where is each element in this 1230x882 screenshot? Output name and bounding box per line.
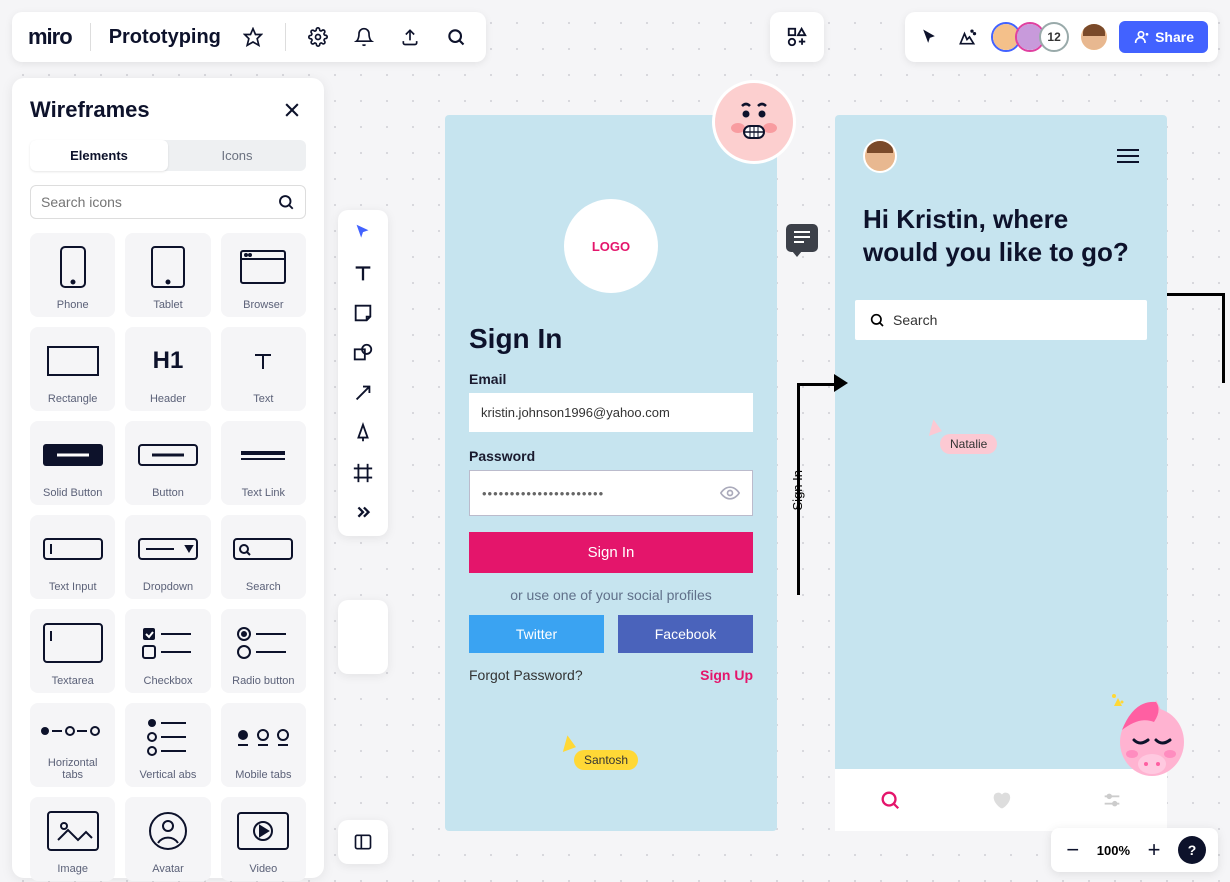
search-input[interactable] <box>41 194 277 210</box>
mock-title: Sign In <box>469 323 753 355</box>
emoji-sticker[interactable] <box>712 80 796 164</box>
topbar-left: miro Prototyping <box>12 12 486 62</box>
unicorn-sticker[interactable] <box>1108 692 1184 768</box>
vertical-toolbar <box>338 210 388 536</box>
wf-mtabs[interactable]: Mobile tabs <box>221 703 306 787</box>
nav-search-icon <box>879 789 901 811</box>
select-tool-icon[interactable] <box>352 222 374 244</box>
wf-solid-button[interactable]: Solid Button <box>30 421 115 505</box>
sidebar-toggle[interactable] <box>338 820 388 864</box>
wf-textarea[interactable]: Textarea <box>30 609 115 693</box>
search-icon <box>277 193 295 211</box>
user-avatar[interactable] <box>1079 22 1109 52</box>
mock-avatar <box>863 139 897 173</box>
text-tool-icon[interactable] <box>352 262 374 284</box>
search-icon[interactable] <box>442 23 470 51</box>
forgot-link: Forgot Password? <box>469 667 583 683</box>
wf-text-input[interactable]: Text Input <box>30 515 115 599</box>
wireframes-panel: Wireframes Elements Icons Phone Tablet B… <box>12 78 324 878</box>
wf-checkbox[interactable]: Checkbox <box>125 609 210 693</box>
connector-arrowhead <box>834 374 848 392</box>
zoom-value[interactable]: 100% <box>1097 843 1130 858</box>
tab-elements[interactable]: Elements <box>30 140 168 171</box>
shape-tool-icon[interactable] <box>352 342 374 364</box>
collaborator-count[interactable]: 12 <box>1039 22 1069 52</box>
mock-search: Search <box>855 300 1147 340</box>
arrow-tool-icon[interactable] <box>352 382 374 404</box>
zoom-controls: − 100% + ? <box>1051 828 1218 872</box>
panel-title: Wireframes <box>30 97 150 123</box>
wf-rectangle[interactable]: Rectangle <box>30 327 115 411</box>
hamburger-icon <box>1117 149 1139 163</box>
zoom-out[interactable]: − <box>1063 837 1083 863</box>
twitter-button: Twitter <box>469 615 604 653</box>
miro-logo[interactable]: miro <box>28 24 72 50</box>
facebook-button: Facebook <box>618 615 753 653</box>
greeting-text: Hi Kristin, where would you like to go? <box>835 183 1167 288</box>
more-tools-icon[interactable] <box>352 502 374 524</box>
wf-phone[interactable]: Phone <box>30 233 115 317</box>
email-label: Email <box>469 371 753 387</box>
wf-text-link[interactable]: Text Link <box>221 421 306 505</box>
topbar-apps[interactable] <box>770 12 824 62</box>
wf-dropdown[interactable]: Dropdown <box>125 515 210 599</box>
export-icon[interactable] <box>396 23 424 51</box>
zoom-in[interactable]: + <box>1144 837 1164 863</box>
connector-label[interactable]: Sign In <box>790 470 805 510</box>
wf-text[interactable]: Text <box>221 327 306 411</box>
star-icon[interactable] <box>239 23 267 51</box>
topbar-right: 12 Share <box>905 12 1218 62</box>
frame-tool-icon[interactable] <box>352 462 374 484</box>
mock-logo: LOGO <box>564 199 658 293</box>
search-icon <box>869 312 885 328</box>
or-text: or use one of your social profiles <box>469 587 753 603</box>
nav-heart-icon <box>990 789 1012 811</box>
eye-icon <box>720 483 740 503</box>
help-button[interactable]: ? <box>1178 836 1206 864</box>
share-button[interactable]: Share <box>1119 21 1208 53</box>
board-name[interactable]: Prototyping <box>109 26 221 49</box>
cursor-name-tag: Santosh <box>574 750 638 770</box>
divider <box>90 23 91 51</box>
sticky-tool-icon[interactable] <box>352 302 374 324</box>
wf-search[interactable]: Search <box>221 515 306 599</box>
cursor-mode-icon[interactable] <box>915 23 943 51</box>
tab-icons[interactable]: Icons <box>168 140 306 171</box>
nav-filter-icon <box>1101 789 1123 811</box>
close-icon[interactable] <box>278 96 306 124</box>
wf-htabs[interactable]: Horizontal tabs <box>30 703 115 787</box>
signin-button: Sign In <box>469 532 753 573</box>
panel-search[interactable] <box>30 185 306 219</box>
settings-icon[interactable] <box>304 23 332 51</box>
wf-avatar[interactable]: Avatar <box>125 797 210 881</box>
wf-browser[interactable]: Browser <box>221 233 306 317</box>
wf-vtabs[interactable]: Vertical abs <box>125 703 210 787</box>
bell-icon[interactable] <box>350 23 378 51</box>
wf-header[interactable]: H1Header <box>125 327 210 411</box>
cursor-name-tag: Natalie <box>940 434 997 454</box>
comment-icon[interactable] <box>786 224 818 252</box>
undo-redo <box>338 600 388 674</box>
wf-radio[interactable]: Radio button <box>221 609 306 693</box>
password-input: •••••••••••••••••••••• <box>469 470 753 516</box>
connector-line[interactable] <box>1167 293 1225 383</box>
wireframe-grid: Phone Tablet Browser Rectangle H1Header … <box>30 233 306 881</box>
password-label: Password <box>469 448 753 464</box>
wf-button[interactable]: Button <box>125 421 210 505</box>
email-input: kristin.johnson1996@yahoo.com <box>469 393 753 432</box>
share-label: Share <box>1155 29 1194 45</box>
wf-video[interactable]: Video <box>221 797 306 881</box>
pen-tool-icon[interactable] <box>352 422 374 444</box>
reactions-icon[interactable] <box>953 23 981 51</box>
signup-link: Sign Up <box>700 667 753 683</box>
divider <box>285 23 286 51</box>
wf-tablet[interactable]: Tablet <box>125 233 210 317</box>
panel-tabs: Elements Icons <box>30 140 306 171</box>
mock-screen-signin[interactable]: LOGO Sign In Email kristin.johnson1996@y… <box>445 115 777 831</box>
wf-image[interactable]: Image <box>30 797 115 881</box>
